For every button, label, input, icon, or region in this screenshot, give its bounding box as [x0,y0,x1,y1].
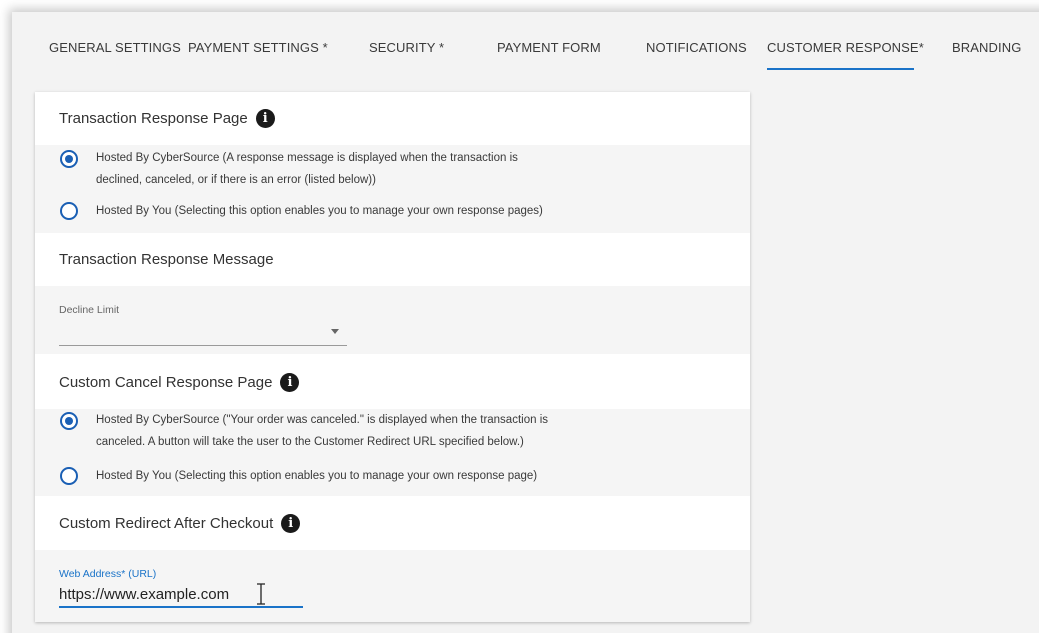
response-page-title: Transaction Response Page [59,110,248,127]
response-hosted-by-you-label[interactable]: Hosted By You (Selecting this option ena… [96,200,656,222]
web-address-label: Web Address* (URL) [59,568,157,580]
cancel-option-line2: canceled. A button will take the user to… [96,436,524,448]
tab-payment-settings[interactable]: PAYMENT SETTINGS * [188,40,328,55]
cancel-hosted-by-you-label[interactable]: Hosted By You (Selecting this option ena… [96,465,656,487]
response-hosted-by-you-radio[interactable] [60,202,78,220]
response-hosted-by-cybersource-label[interactable]: Hosted By CyberSource (A response messag… [96,147,656,191]
cancel-page-heading: Custom Cancel Response Page i [59,373,300,392]
response-hosted-by-cybersource-radio[interactable] [60,150,78,168]
decline-limit-underline [59,345,347,346]
active-tab-indicator [767,68,914,70]
cancel-option-line1: Hosted By CyberSource ("Your order was c… [96,414,548,426]
decline-limit-select[interactable] [59,314,347,345]
tab-notifications[interactable]: NOTIFICATIONS [646,40,747,55]
text-cursor-icon [257,583,265,605]
redirect-heading: Custom Redirect After Checkout i [59,514,301,533]
response-option-line2: declined, canceled, or if there is an er… [96,174,376,186]
cancel-page-title: Custom Cancel Response Page [59,374,273,391]
tab-general-settings[interactable]: GENERAL SETTINGS [49,40,181,55]
cancel-hosted-by-you-radio[interactable] [60,467,78,485]
cancel-hosted-by-cybersource-radio[interactable] [60,412,78,430]
info-icon[interactable]: i [280,373,300,392]
customer-response-card: Transaction Response Page i Hosted By Cy… [35,92,750,622]
cancel-hosted-by-cybersource-label[interactable]: Hosted By CyberSource ("Your order was c… [96,409,696,453]
response-option-line1: Hosted By CyberSource (A response messag… [96,152,518,164]
info-icon[interactable]: i [255,109,275,128]
redirect-title: Custom Redirect After Checkout [59,515,274,532]
tab-customer-response[interactable]: CUSTOMER RESPONSE* [767,40,924,55]
response-message-title: Transaction Response Message [59,251,274,268]
tab-payment-form[interactable]: PAYMENT FORM [497,40,601,55]
dropdown-caret-icon[interactable] [331,329,339,334]
tab-branding[interactable]: BRANDING [952,40,1021,55]
response-message-heading: Transaction Response Message [59,251,274,268]
response-page-heading: Transaction Response Page i [59,109,275,128]
tab-security[interactable]: SECURITY * [369,40,444,55]
web-address-underline [59,606,303,608]
info-icon[interactable]: i [281,514,301,533]
